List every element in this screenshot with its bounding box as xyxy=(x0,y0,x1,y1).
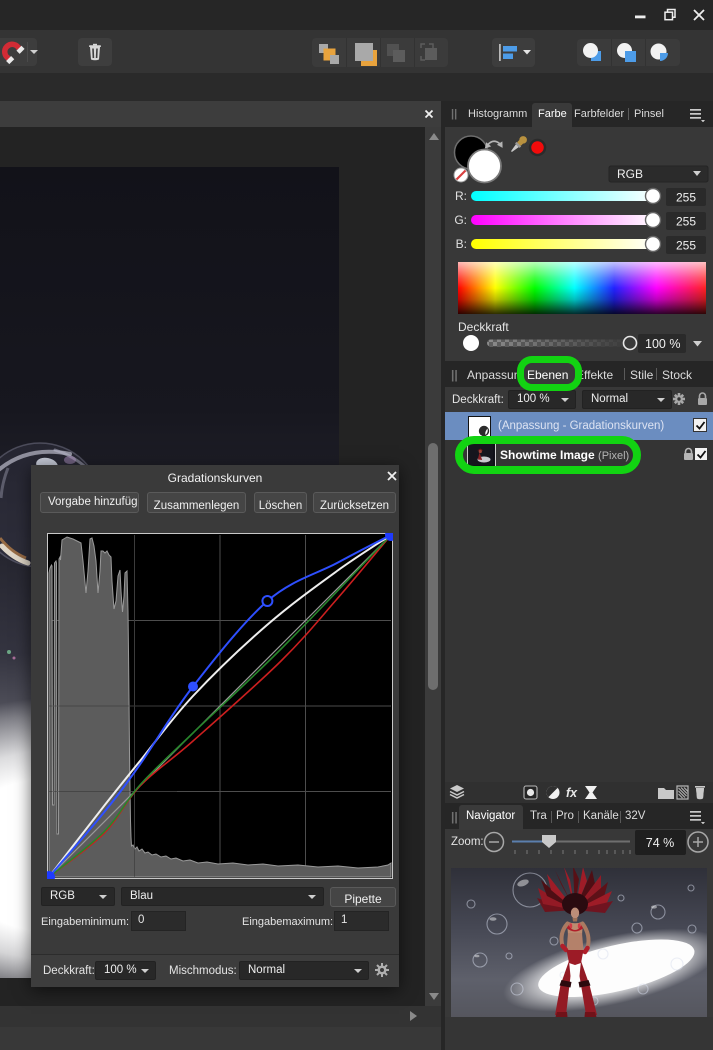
svg-text:RGB: RGB xyxy=(617,167,643,181)
svg-text:74 %: 74 % xyxy=(646,836,675,850)
svg-text:R:: R: xyxy=(455,189,467,203)
svg-text:255: 255 xyxy=(676,239,696,253)
svg-text:100 %: 100 % xyxy=(645,337,680,351)
svg-text:fx: fx xyxy=(566,786,578,800)
svg-text:G:: G: xyxy=(454,213,467,227)
svg-text:255: 255 xyxy=(676,215,696,229)
svg-text:B:: B: xyxy=(456,237,467,251)
svg-text:255: 255 xyxy=(676,191,696,205)
